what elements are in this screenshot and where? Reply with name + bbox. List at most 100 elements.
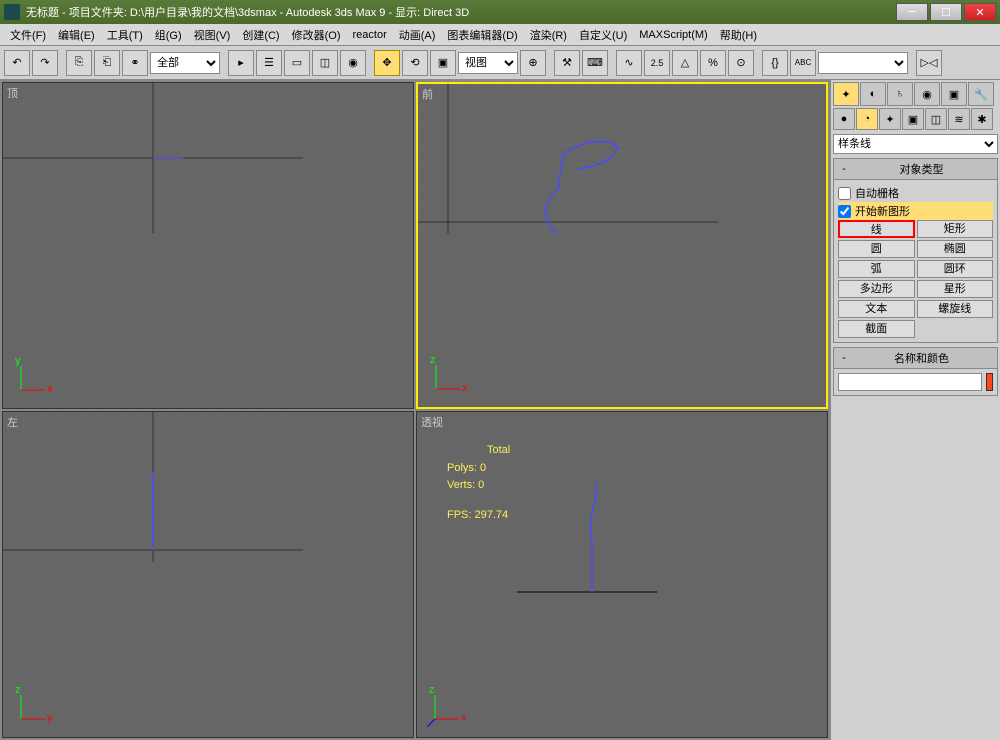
- menu-tools[interactable]: 工具(T): [101, 25, 149, 45]
- shapes-subtab[interactable]: ◔: [856, 108, 878, 130]
- coord-system[interactable]: 视图: [458, 52, 518, 74]
- maximize-button[interactable]: ☐: [930, 3, 962, 21]
- title-bar: 无标题 - 项目文件夹: D:\用户目录\我的文档\3dsmax - Autod…: [0, 0, 1000, 24]
- viewport-label: 透视: [421, 414, 443, 430]
- collapse-icon: -: [838, 163, 850, 175]
- minimize-button[interactable]: ─: [896, 3, 928, 21]
- link-button[interactable]: ⎘: [66, 50, 92, 76]
- svg-text:x: x: [462, 382, 468, 394]
- bind-button[interactable]: ⚭: [122, 50, 148, 76]
- systems-subtab[interactable]: ✱: [971, 108, 993, 130]
- menu-help[interactable]: 帮助(H): [714, 25, 763, 45]
- svg-text:z: z: [430, 357, 436, 366]
- snap-button[interactable]: ∿: [616, 50, 642, 76]
- axis-gizmo-icon: z y: [13, 687, 53, 727]
- start-new-shape-checkbox[interactable]: [838, 205, 851, 218]
- menu-group[interactable]: 组(G): [149, 25, 188, 45]
- grid-icon: [3, 412, 303, 562]
- menu-graph[interactable]: 图表编辑器(D): [441, 25, 523, 45]
- lights-subtab[interactable]: ✦: [879, 108, 901, 130]
- menu-bar: 文件(F) 编辑(E) 工具(T) 组(G) 视图(V) 创建(C) 修改器(O…: [0, 24, 1000, 46]
- category-dropdown[interactable]: 样条线: [833, 134, 998, 154]
- display-tab[interactable]: ▣: [941, 82, 967, 106]
- rectangle-button[interactable]: 矩形: [917, 220, 994, 238]
- spacewarps-subtab[interactable]: ≋: [948, 108, 970, 130]
- name-color-rollout: - 名称和颜色: [833, 347, 998, 396]
- manipulate-button[interactable]: ⚒: [554, 50, 580, 76]
- svg-text:z: z: [429, 687, 435, 696]
- command-panel: ✦ ◐ ♄ ◉ ▣ 🔧 ● ◔ ✦ ▣ ◫ ≋ ✱ 样条线 - 对象类型: [830, 80, 1000, 740]
- create-tab[interactable]: ✦: [833, 82, 859, 106]
- pivot-button[interactable]: ⊕: [520, 50, 546, 76]
- helix-button[interactable]: 螺旋线: [917, 300, 994, 318]
- menu-modifiers[interactable]: 修改器(O): [286, 25, 347, 45]
- viewport-left[interactable]: 左 z y: [2, 411, 414, 738]
- rotate-button[interactable]: ⟲: [402, 50, 428, 76]
- rollout-header[interactable]: - 名称和颜色: [834, 348, 997, 369]
- menu-create[interactable]: 创建(C): [236, 25, 285, 45]
- motion-tab[interactable]: ◉: [914, 82, 940, 106]
- helpers-subtab[interactable]: ◫: [925, 108, 947, 130]
- scale-button[interactable]: ▣: [430, 50, 456, 76]
- selection-lock-button[interactable]: ◉: [340, 50, 366, 76]
- unlink-button[interactable]: ⎗: [94, 50, 120, 76]
- spinner-snap-button[interactable]: %: [700, 50, 726, 76]
- viewport-front[interactable]: 前 z x: [416, 82, 828, 409]
- menu-animation[interactable]: 动画(A): [393, 25, 442, 45]
- percent-snap-button[interactable]: △: [672, 50, 698, 76]
- hierarchy-tab[interactable]: ♄: [887, 82, 913, 106]
- utilities-tab[interactable]: 🔧: [968, 82, 994, 106]
- svg-text:z: z: [15, 687, 21, 696]
- keyboard-button[interactable]: ⌨: [582, 50, 608, 76]
- svg-text:y: y: [15, 358, 21, 367]
- svg-text:x: x: [47, 383, 53, 395]
- edit-sets-button[interactable]: ABC: [790, 50, 816, 76]
- line-button[interactable]: 线: [838, 220, 915, 238]
- close-button[interactable]: ✕: [964, 3, 996, 21]
- menu-views[interactable]: 视图(V): [188, 25, 237, 45]
- select-region-button[interactable]: ▭: [284, 50, 310, 76]
- arc-button[interactable]: 弧: [838, 260, 915, 278]
- auto-grid-checkbox[interactable]: [838, 187, 851, 200]
- named-selection[interactable]: [818, 52, 908, 74]
- menu-maxscript[interactable]: MAXScript(M): [633, 27, 713, 43]
- named-sets-button[interactable]: {}: [762, 50, 788, 76]
- menu-customize[interactable]: 自定义(U): [573, 25, 633, 45]
- viewport-label: 前: [422, 86, 433, 102]
- viewport-perspective[interactable]: 透视 Total Polys: 0 Verts: 0 FPS: 297.74 z…: [416, 411, 828, 738]
- viewport-stats: Total Polys: 0 Verts: 0 FPS: 297.74: [447, 442, 510, 524]
- ellipse-button[interactable]: 椭圆: [917, 240, 994, 258]
- star-button[interactable]: 星形: [917, 280, 994, 298]
- collapse-icon: -: [838, 352, 850, 364]
- donut-button[interactable]: 圆环: [917, 260, 994, 278]
- menu-file[interactable]: 文件(F): [4, 25, 52, 45]
- undo-button[interactable]: ↶: [4, 50, 30, 76]
- viewport-top[interactable]: 顶 y x: [2, 82, 414, 409]
- select-button[interactable]: ▸: [228, 50, 254, 76]
- snap-toggle-button[interactable]: ⊙: [728, 50, 754, 76]
- object-name-input[interactable]: [838, 373, 982, 391]
- ngon-button[interactable]: 多边形: [838, 280, 915, 298]
- mirror-button[interactable]: ▷◁: [916, 50, 942, 76]
- viewport-label: 顶: [7, 85, 18, 101]
- menu-edit[interactable]: 编辑(E): [52, 25, 101, 45]
- cameras-subtab[interactable]: ▣: [902, 108, 924, 130]
- window-crossing-button[interactable]: ◫: [312, 50, 338, 76]
- angle-snap-button[interactable]: 2.5: [644, 50, 670, 76]
- geometry-subtab[interactable]: ●: [833, 108, 855, 130]
- rollout-header[interactable]: - 对象类型: [834, 159, 997, 180]
- axis-gizmo-icon: y x: [13, 358, 53, 398]
- svg-text:y: y: [47, 712, 53, 724]
- object-color-swatch[interactable]: [986, 373, 993, 391]
- circle-button[interactable]: 圆: [838, 240, 915, 258]
- move-button[interactable]: ✥: [374, 50, 400, 76]
- select-name-button[interactable]: ☰: [256, 50, 282, 76]
- menu-reactor[interactable]: reactor: [347, 27, 393, 43]
- redo-button[interactable]: ↷: [32, 50, 58, 76]
- section-button[interactable]: 截面: [838, 320, 915, 338]
- modify-tab[interactable]: ◐: [860, 82, 886, 106]
- menu-render[interactable]: 渲染(R): [524, 25, 573, 45]
- selection-filter[interactable]: 全部: [150, 52, 220, 74]
- main-toolbar: ↶ ↷ ⎘ ⎗ ⚭ 全部 ▸ ☰ ▭ ◫ ◉ ✥ ⟲ ▣ 视图 ⊕ ⚒ ⌨ ∿ …: [0, 46, 1000, 80]
- text-button[interactable]: 文本: [838, 300, 915, 318]
